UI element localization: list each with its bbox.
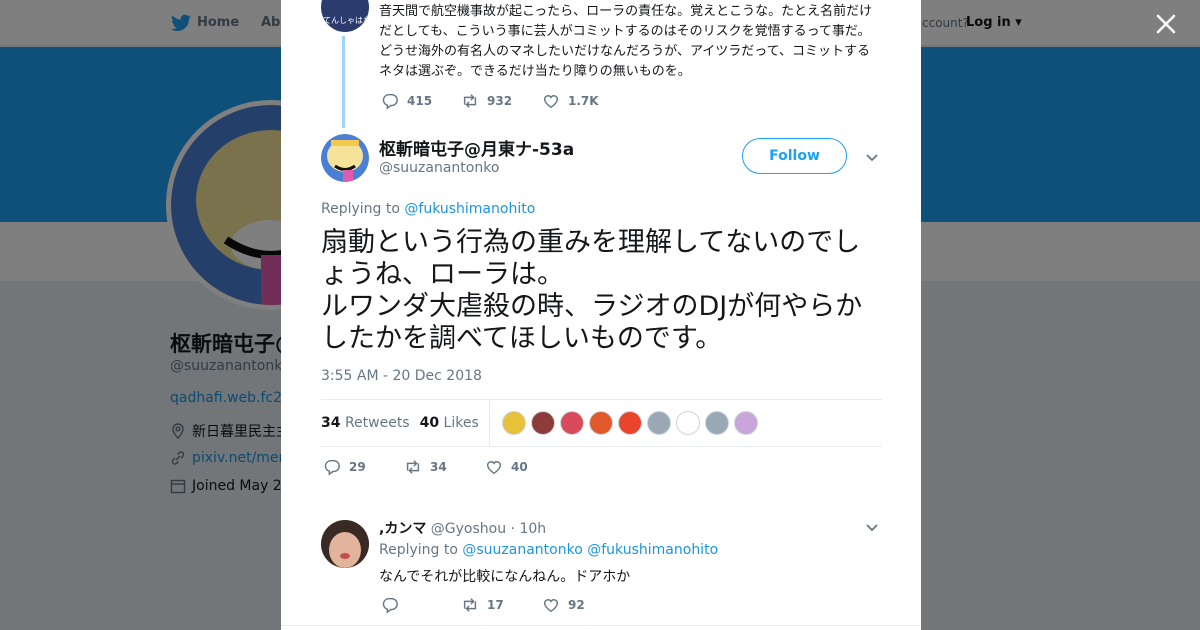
retweet-stat[interactable]: 34 Retweets [321, 415, 410, 431]
close-icon[interactable] [1154, 12, 1178, 36]
reply-author-name[interactable]: ,カンマ [379, 521, 426, 537]
reply-author-handle[interactable]: @Gyoshou [431, 521, 506, 537]
tweet-permalink-modal: てんしゃはな 音天間で航空機事故が起こったら、ローラの責任な。覚えとこうな。たと… [281, 0, 921, 630]
reply-time[interactable]: 10h [519, 521, 546, 537]
thread-connector [342, 36, 345, 128]
retweet-button[interactable]: 932 [461, 92, 542, 110]
author-name[interactable]: 枢斬暗屯子@月東ナ-53a [379, 135, 574, 160]
replying-to-link[interactable]: @fukushimanohito [404, 201, 535, 217]
reply-icon [382, 93, 398, 110]
author-handle[interactable]: @suuzanantonko [379, 160, 499, 176]
liker-avatar[interactable] [646, 411, 671, 435]
liker-avatar[interactable] [617, 411, 642, 435]
retweet-icon [463, 94, 477, 108]
tweet-text: 扇動という行為の重みを理解してないのでしょうね、ローラは。 ルワンダ大虐殺の時、… [321, 227, 863, 354]
reply-text: なんでそれが比較になんねん。ドアホか [379, 569, 631, 585]
reply-icon [382, 597, 398, 614]
liker-avatar[interactable] [501, 411, 526, 435]
reply-button[interactable]: 415 [381, 92, 461, 110]
reply-author-avatar[interactable] [321, 520, 369, 568]
follow-button[interactable]: Follow [742, 138, 847, 174]
retweet-button[interactable]: 34 [404, 458, 485, 476]
reply-replying-to: Replying to @suuzanantonko @fukushimanoh… [379, 542, 719, 558]
replying-to-link[interactable]: @suuzanantonko [462, 542, 582, 558]
retweet-icon [463, 598, 477, 612]
replying-to: Replying to @fukushimanohito [321, 201, 536, 217]
divider [281, 625, 921, 626]
like-button[interactable]: 92 [542, 596, 585, 614]
like-stat[interactable]: 40 Likes [420, 415, 479, 431]
heart-icon [543, 95, 559, 109]
reply-icon [324, 459, 340, 476]
retweet-icon [406, 460, 420, 474]
chevron-down-icon[interactable] [863, 518, 881, 536]
reply-actions: 17 92 [381, 596, 585, 614]
reply-header: ,カンマ @Gyoshou · 10h [379, 521, 547, 537]
heart-icon [543, 599, 559, 613]
liker-avatar[interactable] [675, 411, 700, 435]
parent-tweet-actions: 415 932 1.7K [381, 92, 599, 110]
tweet-timestamp[interactable]: 3:55 AM - 20 Dec 2018 [321, 368, 482, 384]
liker-avatar[interactable] [559, 411, 584, 435]
tweet-stats: 34 Retweets 40 Likes [321, 399, 882, 447]
liker-avatar[interactable] [733, 411, 758, 435]
like-button[interactable]: 40 [485, 458, 528, 476]
reply-button[interactable]: 29 [323, 458, 404, 476]
heart-icon [486, 461, 502, 475]
tweet-actions: 29 34 40 [323, 458, 528, 476]
parent-tweet-text: 音天間で航空機事故が起こったら、ローラの責任な。覚えとこうな。たとえ名前だけだと… [379, 4, 873, 79]
stats-divider [488, 399, 490, 447]
reply-button[interactable] [381, 596, 461, 614]
likers-avatars [501, 411, 758, 435]
replying-to-link[interactable]: @fukushimanohito [587, 542, 718, 558]
parent-tweet-avatar[interactable]: てんしゃはな [321, 0, 369, 32]
liker-avatar[interactable] [530, 411, 555, 435]
liker-avatar[interactable] [588, 411, 613, 435]
retweet-button[interactable]: 17 [461, 596, 542, 614]
author-avatar[interactable] [321, 134, 369, 182]
liker-avatar[interactable] [704, 411, 729, 435]
like-button[interactable]: 1.7K [542, 92, 599, 110]
chevron-down-icon[interactable] [863, 148, 881, 166]
